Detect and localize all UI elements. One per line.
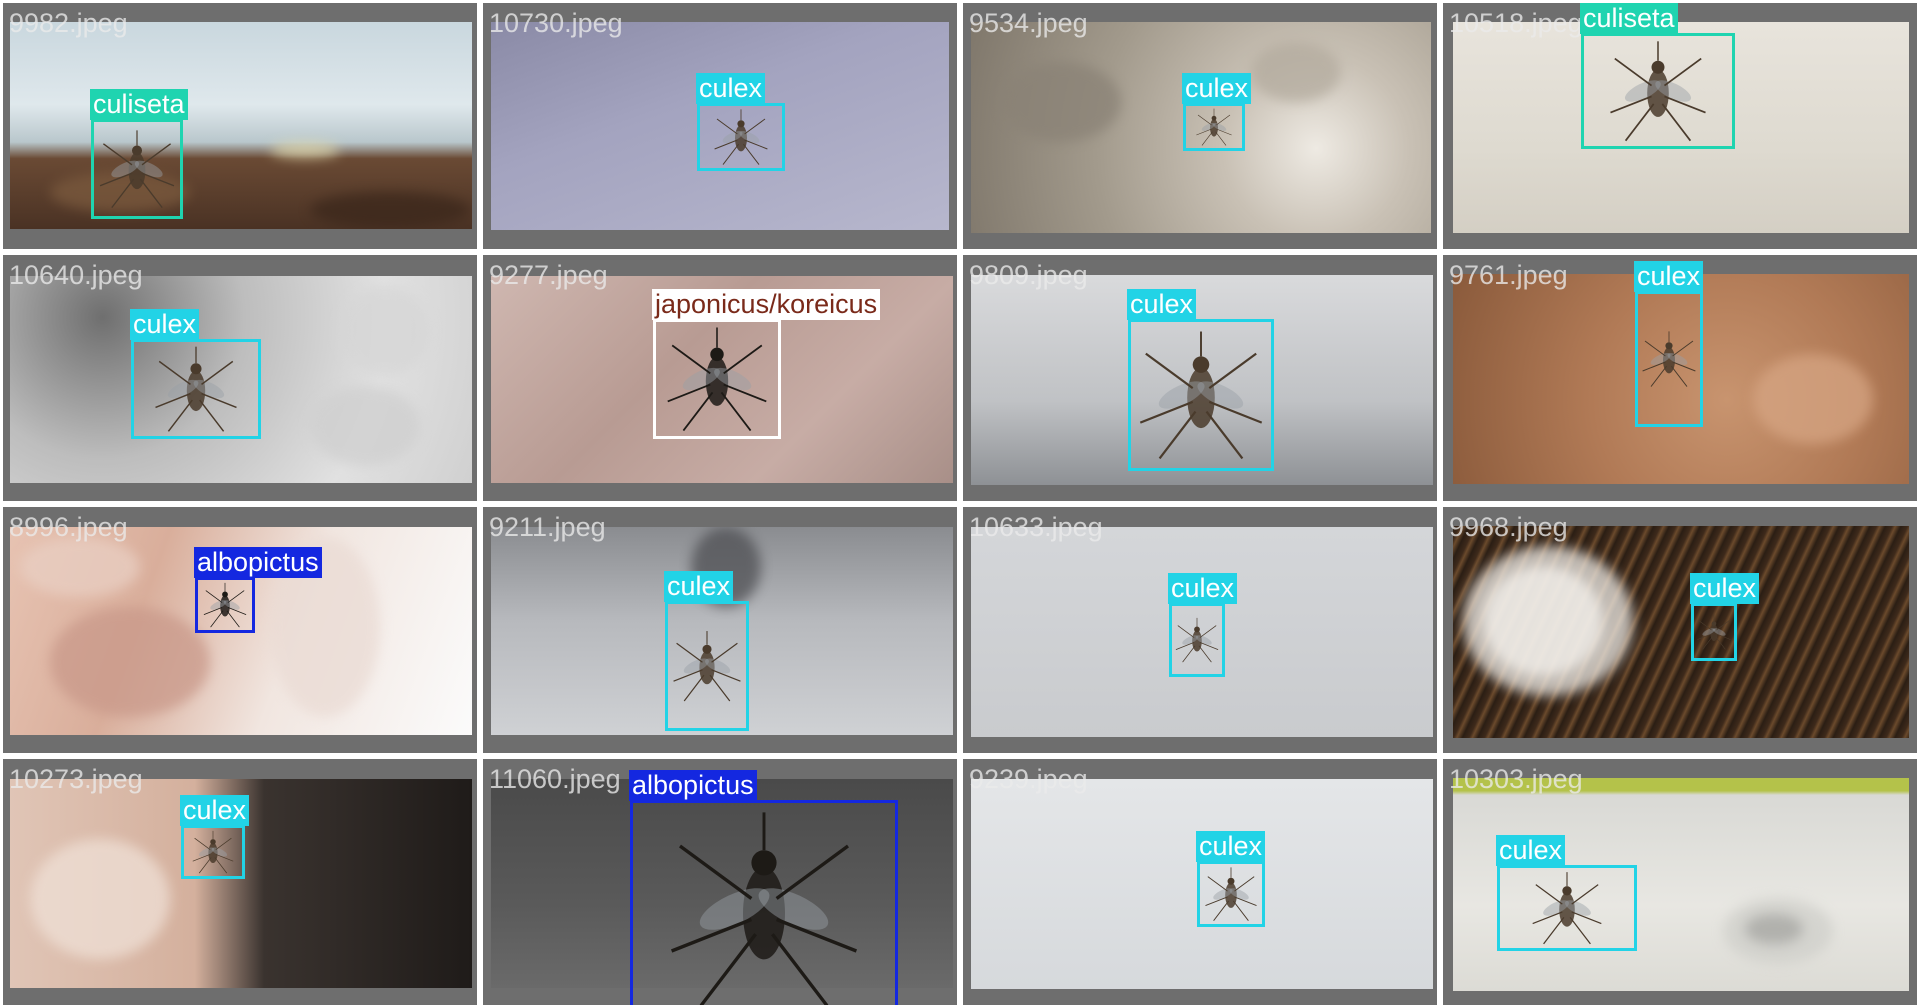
- prediction-grid: 9982.jpeg culiseta 10730.jpeg culex 9534.j…: [0, 0, 1920, 1008]
- prediction-tile: 10518.jpeg culiseta: [1443, 3, 1917, 249]
- detection-box: [1183, 103, 1245, 151]
- photo-texture: [310, 192, 470, 228]
- detection-box: [1691, 603, 1737, 661]
- prediction-tile: 10730.jpeg culex: [483, 3, 957, 249]
- photo-texture: [1753, 354, 1873, 444]
- photo-texture: [50, 607, 210, 717]
- mosquito-photo: [10, 22, 472, 229]
- detection-box: [1635, 291, 1703, 427]
- detection-label: culex: [1127, 289, 1197, 320]
- detection-box: [181, 825, 245, 879]
- prediction-tile: 9809.jpeg culex: [963, 255, 1437, 501]
- prediction-tile: 9761.jpeg culex: [1443, 255, 1917, 501]
- detection-box: [665, 601, 749, 731]
- detection-label: culex: [1496, 835, 1566, 866]
- prediction-tile: 10273.jpeg culex: [3, 759, 477, 1005]
- photo-texture: [340, 286, 430, 376]
- prediction-tile: 11060.jpeg albopictus: [483, 759, 957, 1005]
- detection-box: [1497, 865, 1637, 951]
- prediction-tile: 10303.jpeg culex: [1443, 759, 1917, 1005]
- detection-label: culex: [1168, 573, 1238, 604]
- detection-label: albopictus: [629, 770, 757, 801]
- detection-box: [1197, 861, 1265, 927]
- photo-texture: [1251, 42, 1341, 102]
- detection-label: culex: [1182, 73, 1252, 104]
- prediction-tile: 10640.jpeg culex: [3, 255, 477, 501]
- prediction-tile: 9968.jpeg culex: [1443, 507, 1917, 753]
- detection-label: culiseta: [1580, 3, 1678, 34]
- mosquito-photo: [1453, 526, 1909, 738]
- prediction-tile: 9982.jpeg culiseta: [3, 3, 477, 249]
- detection-label: culex: [180, 795, 250, 826]
- detection-box: [697, 103, 785, 171]
- prediction-tile: 9534.jpeg culex: [963, 3, 1437, 249]
- photo-texture: [1001, 62, 1121, 142]
- prediction-tile: 8996.jpeg albopictus: [3, 507, 477, 753]
- prediction-tile: 9211.jpeg culex: [483, 507, 957, 753]
- detection-label: culex: [696, 73, 766, 104]
- detection-label: japonicus/koreicus: [652, 289, 881, 320]
- detection-box: [630, 800, 898, 1005]
- prediction-tile: 9239.jpeg culex: [963, 759, 1437, 1005]
- photo-texture: [1463, 546, 1633, 696]
- prediction-tile: 10633.jpeg culex: [963, 507, 1437, 753]
- detection-box: [1128, 319, 1274, 471]
- detection-box: [1581, 33, 1735, 149]
- detection-label: culex: [130, 309, 200, 340]
- detection-box: [653, 319, 781, 439]
- detection-label: culiseta: [90, 89, 188, 120]
- photo-texture: [1723, 898, 1833, 964]
- detection-label: albopictus: [194, 547, 322, 578]
- detection-label: culex: [664, 571, 734, 602]
- detection-label: culex: [1690, 573, 1760, 604]
- photo-texture: [20, 537, 140, 597]
- photo-texture: [30, 839, 170, 959]
- detection-box: [131, 339, 261, 439]
- detection-box: [91, 119, 183, 219]
- detection-box: [1169, 603, 1225, 677]
- detection-box: [195, 577, 255, 633]
- detection-label: culex: [1634, 261, 1704, 292]
- photo-texture: [310, 386, 420, 466]
- prediction-tile: 9277.jpeg japonicus/koreicus: [483, 255, 957, 501]
- detection-label: culex: [1196, 831, 1266, 862]
- photo-texture: [270, 142, 340, 158]
